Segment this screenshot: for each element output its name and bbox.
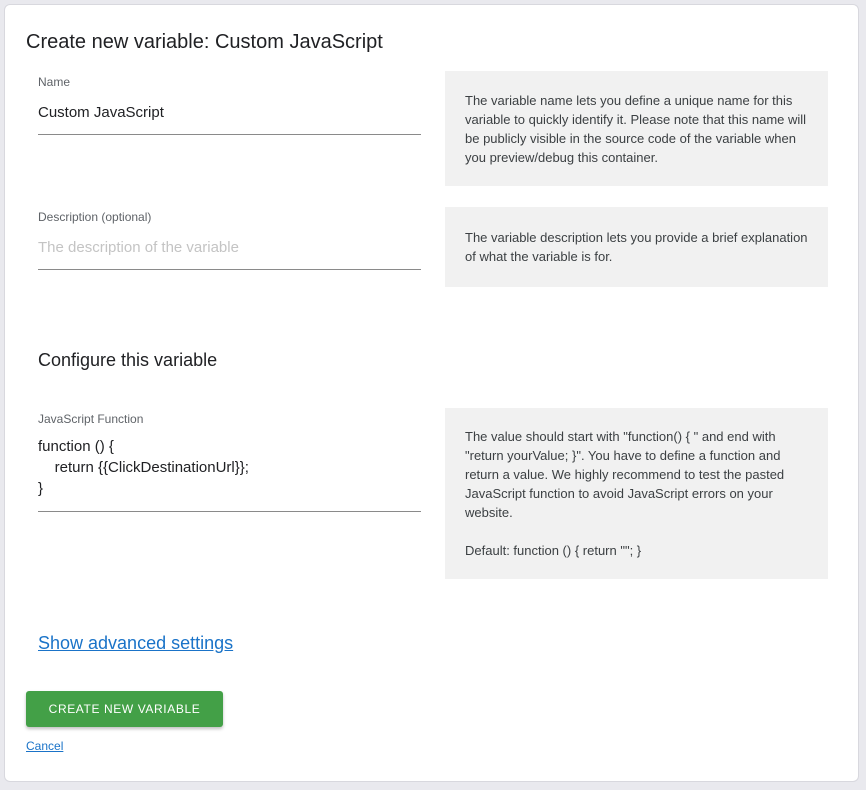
name-help-text: The variable name lets you define a uniq… — [465, 92, 807, 165]
dialog-title: Create new variable: Custom JavaScript — [26, 31, 383, 53]
js-function-help-text: The value should start with "function() … — [465, 429, 785, 558]
description-label: Description (optional) — [38, 210, 152, 224]
name-input-underline — [38, 134, 421, 135]
configure-section-title: Configure this variable — [38, 350, 218, 370]
show-advanced-settings-link[interactable]: Show advanced settings — [38, 633, 233, 654]
cancel-link[interactable]: Cancel — [26, 739, 63, 753]
description-help-box: The variable description lets you provid… — [445, 207, 828, 287]
js-function-label: JavaScript Function — [38, 412, 144, 426]
description-input[interactable]: The description of the variable — [38, 239, 239, 256]
name-help-box: The variable name lets you define a uniq… — [445, 71, 828, 186]
create-variable-dialog: Create new variable: Custom JavaScript N… — [4, 4, 859, 782]
description-help-text: The variable description lets you provid… — [465, 230, 808, 264]
js-function-underline — [38, 511, 421, 512]
name-input[interactable]: Custom JavaScript — [38, 104, 164, 121]
js-function-help-box: The value should start with "function() … — [445, 408, 828, 579]
description-input-underline — [38, 269, 421, 270]
name-label: Name — [38, 75, 71, 89]
js-function-editor[interactable]: function () { return {{ClickDestinationU… — [38, 436, 249, 499]
create-new-variable-button[interactable]: CREATE NEW VARIABLE — [26, 691, 223, 727]
